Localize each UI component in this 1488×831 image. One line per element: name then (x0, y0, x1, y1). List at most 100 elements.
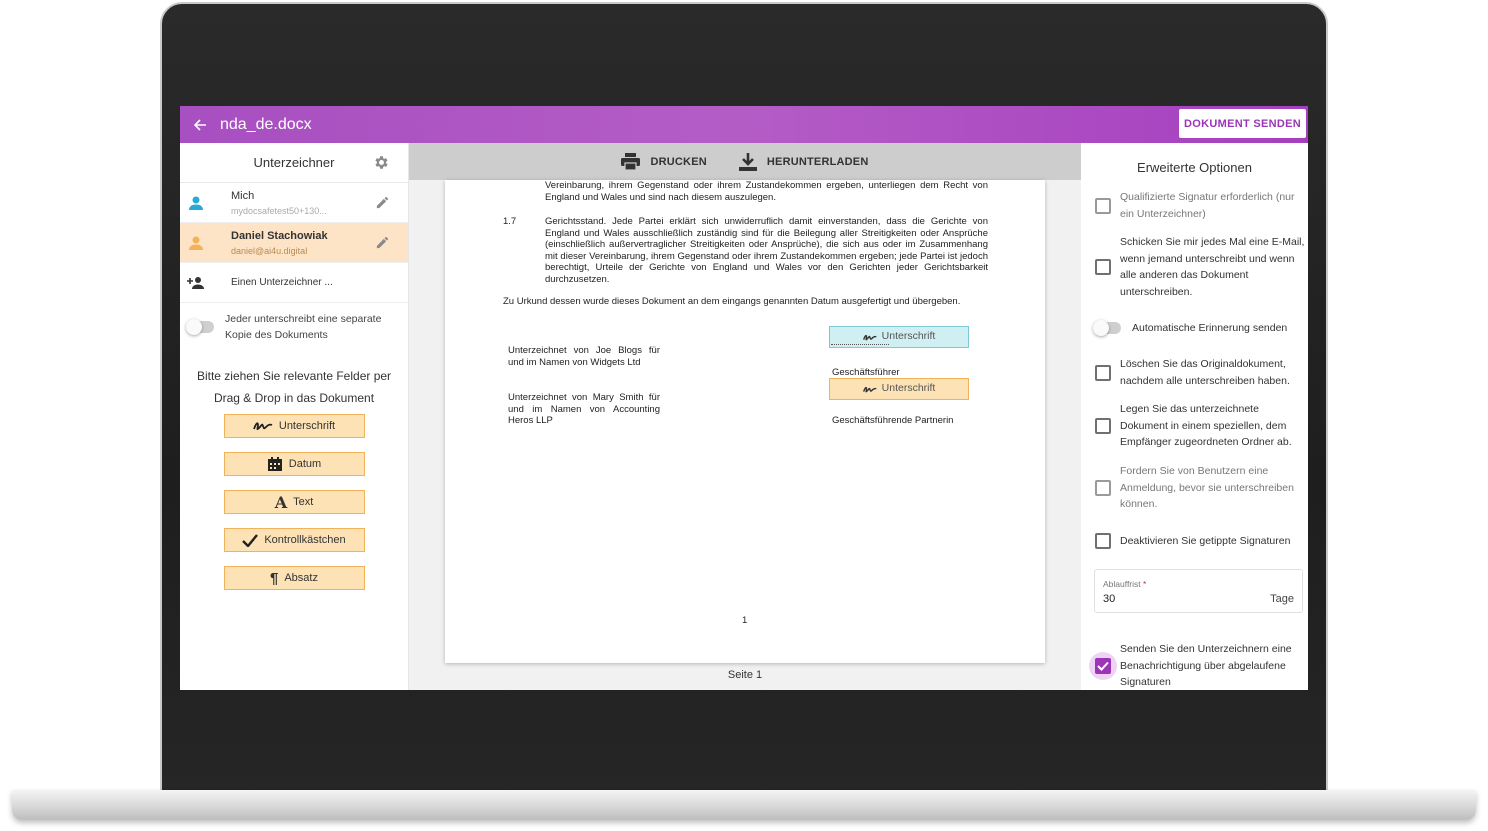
paragraph-field-button[interactable]: ¶ Absatz (223, 566, 365, 590)
signature-field-2[interactable]: Unterschrift (829, 378, 969, 400)
date-field-button[interactable]: Datum (223, 452, 365, 476)
disable-typed-label: Deaktivieren Sie getippte Signaturen (1120, 535, 1291, 547)
signers-header: Unterzeichner (180, 143, 408, 183)
require-login-label: Fordern Sie von Benutzern eine Anmeldung… (1120, 465, 1294, 510)
download-button[interactable]: HERUNTERLADEN (738, 152, 869, 171)
email-notify-checkbox[interactable] (1095, 259, 1111, 275)
date-field-label: Datum (288, 458, 322, 470)
option-special-folder: Legen Sie das unterzeichnete Dokument in… (1095, 401, 1308, 451)
signature-icon (862, 333, 877, 342)
option-qualified-signature: Qualifizierte Signatur erforderlich (nur… (1095, 189, 1308, 222)
drag-drop-hint: Bitte ziehen Sie relevante Felder per Dr… (180, 365, 408, 409)
signer-email: mydocsafetest50+130... (231, 205, 327, 216)
gear-icon[interactable] (373, 154, 390, 171)
signer-row-me[interactable]: Mich mydocsafetest50+130... (180, 183, 408, 223)
print-label: DRUCKEN (650, 155, 707, 168)
calendar-icon (267, 456, 283, 472)
add-person-icon (180, 276, 212, 290)
text-field-label: Text (293, 496, 314, 508)
require-login-checkbox[interactable] (1095, 479, 1111, 496)
field-palette: Unterschrift Datum A Text Kontrollkästch… (180, 414, 408, 590)
edit-pencil-icon[interactable] (375, 195, 390, 210)
email-notify-label: Schicken Sie mir jedes Mal eine E-Mail, … (1120, 236, 1305, 298)
expired-notify-label: Senden Sie den Unterzeichnern eine Benac… (1120, 643, 1292, 688)
download-label: HERUNTERLADEN (766, 155, 869, 168)
signature-field-label: Unterschrift (278, 420, 336, 432)
deadline-label: Ablauffrist * (1103, 579, 1147, 589)
witness-text: Zu Urkund dessen wurde dieses Dokument a… (503, 296, 961, 307)
document-toolbar: DRUCKEN HERUNTERLADEN (409, 143, 1081, 180)
signature-field-button[interactable]: Unterschrift (223, 414, 365, 438)
page-label: Seite 1 (727, 669, 763, 681)
special-folder-label: Legen Sie das unterzeichnete Dokument in… (1120, 403, 1292, 448)
separate-copy-row: Jeder unterschreibt eine separate Kopie … (180, 303, 408, 351)
deadline-unit: Tage (1270, 593, 1294, 605)
send-document-button[interactable]: DOKUMENT SENDEN (1179, 109, 1306, 138)
person-icon (180, 235, 212, 251)
qualified-signature-checkbox[interactable] (1095, 197, 1111, 214)
person-icon (180, 195, 212, 211)
option-delete-original: Löschen Sie das Originaldokument, nachde… (1095, 356, 1308, 389)
special-folder-checkbox[interactable] (1095, 417, 1111, 434)
paragraph-text: Vereinbarung, ihrem Gegenstand oder ihre… (545, 180, 988, 203)
deadline-input[interactable]: 30 (1103, 593, 1115, 605)
edit-pencil-icon[interactable] (375, 235, 390, 250)
clause-text: Gerichtsstand. Jede Partei erklärt sich … (545, 216, 988, 285)
signed-by-2: Unterzeichnet von Mary Smith für und im … (508, 392, 660, 426)
text-field-button[interactable]: A Text (223, 490, 365, 514)
signer-row-daniel[interactable]: Daniel Stachowiak daniel@ai4u.digital (180, 223, 408, 263)
disable-typed-checkbox[interactable] (1095, 533, 1111, 550)
signer-email: daniel@ai4u.digital (231, 245, 308, 256)
pilcrow-icon: ¶ (270, 569, 279, 587)
separate-copy-label: Jeder unterschreibt eine separate Kopie … (225, 313, 382, 341)
document-title: nda_de.docx (220, 115, 312, 133)
delete-original-label: Löschen Sie das Originaldokument, nachde… (1120, 358, 1290, 387)
role-1: Geschäftsführer (832, 367, 900, 378)
laptop-base (12, 790, 1476, 820)
signers-panel: Unterzeichner Mich mydocsafetest50+130..… (180, 143, 409, 690)
separate-copy-toggle[interactable] (186, 319, 214, 335)
text-a-icon: A (274, 492, 288, 512)
hint-line-1: Bitte ziehen Sie relevante Felder per (196, 369, 392, 383)
auto-reminder-label: Automatische Erinnerung senden (1132, 322, 1288, 334)
role-2: Geschäftsführende Partnerin (832, 415, 954, 426)
option-require-login: Fordern Sie von Benutzern eine Anmeldung… (1095, 463, 1308, 513)
document-page: Vereinbarung, ihrem Gegenstand oder ihre… (445, 180, 1045, 663)
option-disable-typed: Deaktivieren Sie getippte Signaturen (1095, 533, 1308, 550)
signature-icon (253, 420, 273, 432)
signature-field-2-label: Unterschrift (881, 382, 936, 395)
signer-name: Mich (231, 189, 255, 202)
back-arrow-icon[interactable] (180, 106, 220, 143)
option-auto-reminder: Automatische Erinnerung senden (1093, 320, 1308, 337)
expired-notify-checkbox[interactable] (1089, 651, 1117, 680)
signers-title: Unterzeichner (253, 155, 335, 170)
signer-name: Daniel Stachowiak (231, 229, 328, 242)
signature-icon (862, 385, 877, 394)
qualified-signature-label: Qualifizierte Signatur erforderlich (nur… (1120, 191, 1295, 220)
signature-field-1-label: Unterschrift (881, 330, 936, 343)
delete-original-checkbox[interactable] (1095, 364, 1111, 381)
required-marker: * (1143, 579, 1147, 589)
checkbox-field-button[interactable]: Kontrollkästchen (223, 528, 365, 552)
add-signer-button[interactable]: Einen Unterzeichner ... (180, 263, 408, 303)
app-screen: nda_de.docx DOKUMENT SENDEN Unterzeichne… (180, 106, 1308, 690)
checkbox-field-label: Kontrollkästchen (264, 534, 346, 546)
advanced-options-panel: Erweiterte Optionen Qualifizierte Signat… (1081, 143, 1308, 690)
signed-by-1: Unterzeichnet von Joe Blogs für und im N… (508, 345, 660, 368)
app-bar: nda_de.docx DOKUMENT SENDEN (180, 106, 1308, 143)
paragraph-field-label: Absatz (284, 572, 318, 584)
checkmark-icon (1095, 657, 1111, 674)
advanced-options-title: Erweiterte Optionen (1137, 160, 1252, 175)
hint-line-2: Drag & Drop in das Dokument (213, 391, 375, 405)
printer-icon (621, 153, 641, 170)
add-signer-label: Einen Unterzeichner ... (231, 277, 333, 288)
deadline-field[interactable]: Ablauffrist * 30 Tage (1094, 569, 1303, 613)
auto-reminder-toggle[interactable] (1093, 320, 1121, 337)
option-email-notify: Schicken Sie mir jedes Mal eine E-Mail, … (1095, 234, 1308, 300)
signature-line (831, 344, 889, 345)
page-number: 1 (742, 615, 748, 626)
download-icon (738, 152, 757, 171)
option-expired-notify: Senden Sie den Unterzeichnern eine Benac… (1089, 641, 1308, 690)
print-button[interactable]: DRUCKEN (621, 153, 707, 170)
clause-number: 1.7 (503, 216, 517, 227)
